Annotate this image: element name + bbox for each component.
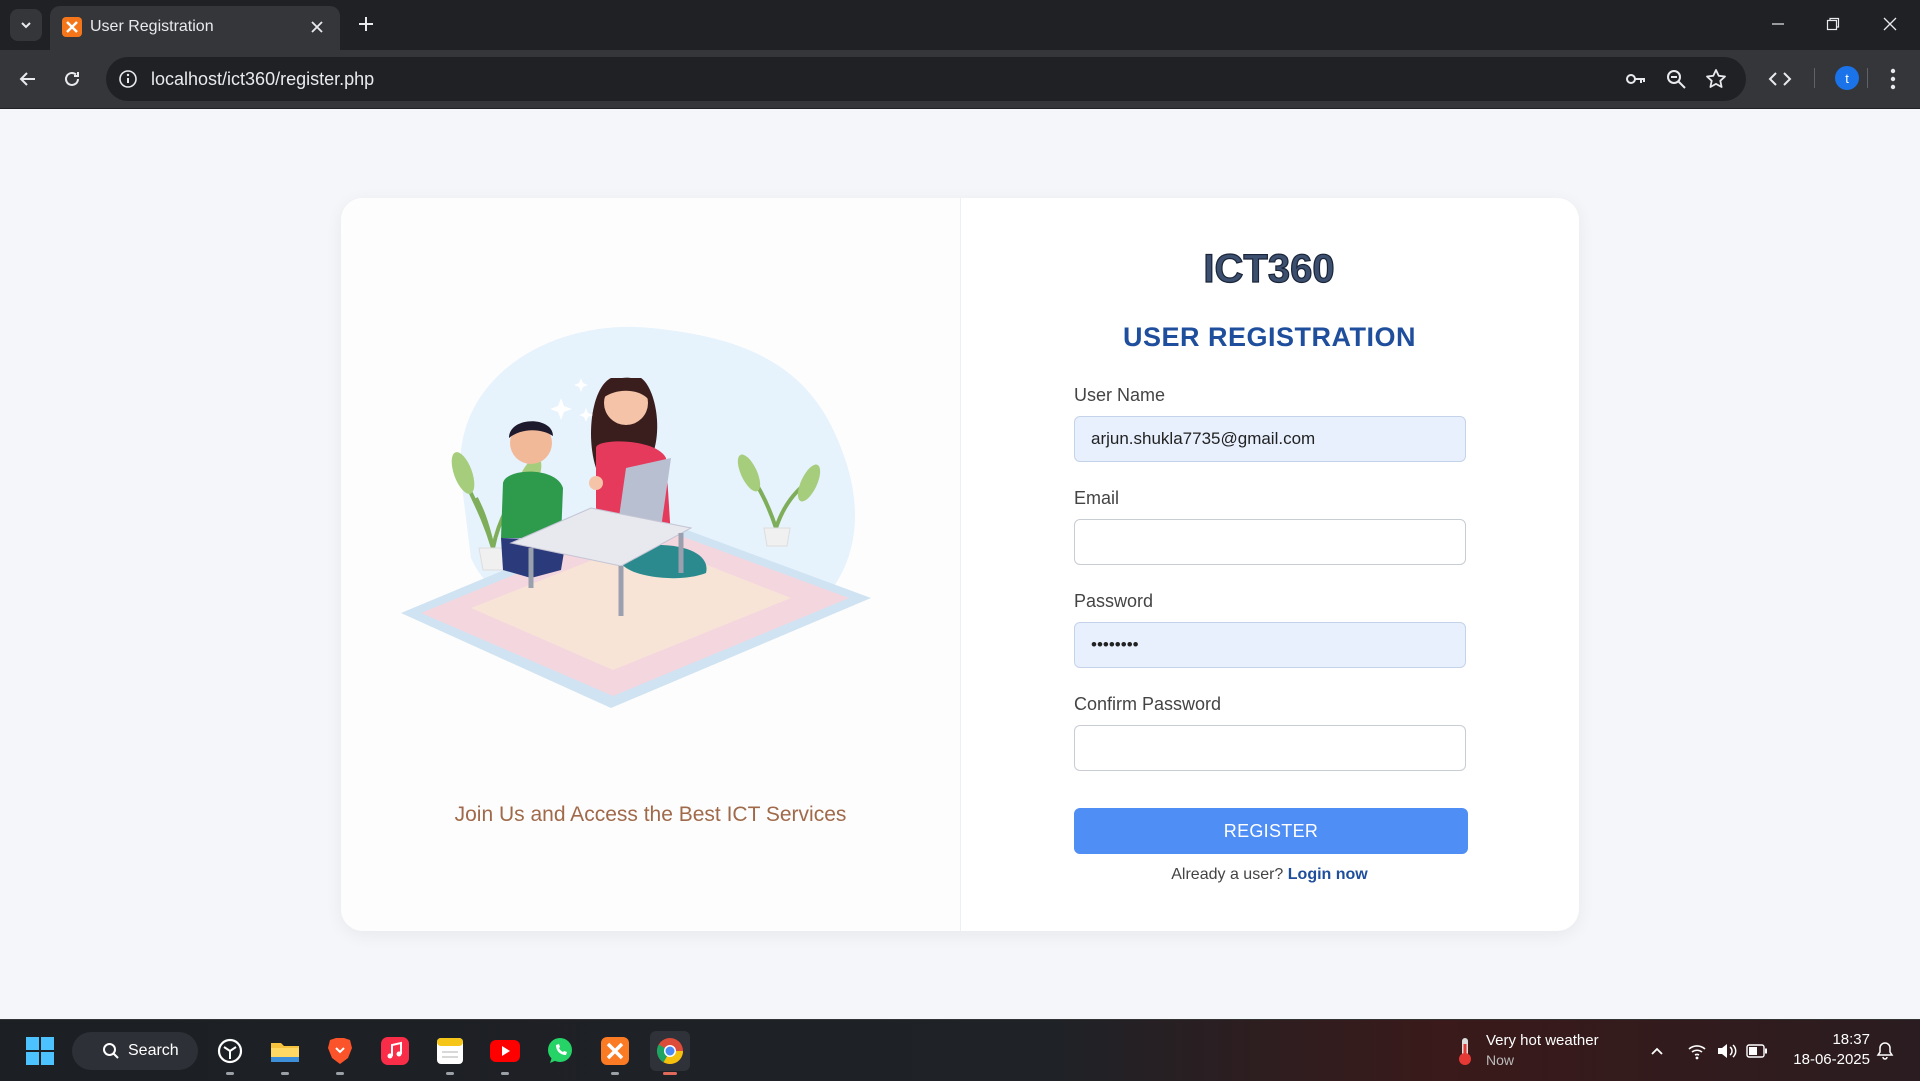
- search-icon: [103, 1043, 119, 1059]
- learning-illustration: [401, 326, 871, 708]
- wifi-icon[interactable]: [1686, 1040, 1708, 1062]
- weather-subtitle: Now: [1486, 1052, 1515, 1068]
- bookmark-star-icon[interactable]: [1704, 67, 1728, 91]
- tagline: Join Us and Access the Best ICT Services: [454, 803, 847, 826]
- battery-icon[interactable]: [1746, 1040, 1768, 1062]
- weather-title: Very hot weather: [1486, 1032, 1599, 1049]
- browser-tab-bar: User Registration: [0, 0, 1920, 50]
- address-bar[interactable]: localhost/ict360/register.php: [106, 57, 1746, 101]
- username-label: User Name: [1074, 385, 1166, 405]
- notification-bell-icon[interactable]: [1874, 1040, 1896, 1062]
- brave-icon[interactable]: [320, 1031, 360, 1075]
- new-tab-button[interactable]: [352, 10, 380, 38]
- toolbar-divider: [1867, 68, 1868, 88]
- close-window-button[interactable]: [1870, 10, 1910, 38]
- url-text[interactable]: localhost/ict360/register.php: [151, 69, 374, 90]
- clock-time: 18:37: [1832, 1031, 1870, 1048]
- username-input[interactable]: arjun.shukla7735@gmail.com: [1074, 416, 1466, 462]
- clock-date: 18-06-2025: [1793, 1051, 1870, 1068]
- ict360-logo: ICT360: [1203, 246, 1335, 290]
- password-input[interactable]: ••••••••: [1074, 622, 1466, 668]
- browser-toolbar: localhost/ict360/register.php: [0, 50, 1920, 109]
- close-icon: [1883, 17, 1897, 31]
- devtools-code-icon[interactable]: [1764, 63, 1796, 95]
- site-info-icon[interactable]: [116, 67, 140, 91]
- notes-icon[interactable]: [430, 1031, 470, 1075]
- back-button[interactable]: [12, 63, 44, 95]
- taskbar-search[interactable]: Search: [72, 1032, 198, 1070]
- page-body: Join Us and Access the Best ICT Services…: [0, 109, 1920, 1019]
- file-explorer-icon[interactable]: [265, 1031, 305, 1075]
- toolbar-divider: [1814, 68, 1815, 88]
- zoom-icon[interactable]: [1664, 67, 1688, 91]
- email-input[interactable]: [1074, 519, 1466, 565]
- start-button[interactable]: [20, 1031, 60, 1071]
- email-label: Email: [1074, 488, 1120, 508]
- chrome-icon[interactable]: [650, 1031, 690, 1075]
- restore-icon: [1826, 17, 1840, 31]
- xampp-favicon-icon: [62, 17, 82, 37]
- close-tab-icon[interactable]: [306, 16, 328, 38]
- reload-icon: [65, 71, 79, 86]
- windows-logo-icon: [26, 1037, 54, 1065]
- minimize-button[interactable]: [1758, 10, 1798, 38]
- form-pane: ICT360 USER REGISTRATION User Name arjun…: [960, 198, 1579, 931]
- profile-avatar[interactable]: t: [1835, 66, 1859, 90]
- weather-widget[interactable]: Very hot weather Now: [1448, 1030, 1618, 1070]
- chatgpt-icon[interactable]: [210, 1031, 250, 1075]
- browser-tab[interactable]: User Registration: [50, 6, 340, 50]
- login-prompt-text: Already a user?: [1171, 866, 1284, 883]
- confirm-password-label: Confirm Password: [1074, 694, 1222, 714]
- register-button[interactable]: REGISTER: [1074, 808, 1468, 854]
- svg-text:ICT360: ICT360: [1203, 247, 1334, 290]
- confirm-password-input[interactable]: [1074, 725, 1466, 771]
- music-icon[interactable]: [375, 1031, 415, 1071]
- whatsapp-icon[interactable]: [540, 1031, 580, 1071]
- illustration-pane: Join Us and Access the Best ICT Services: [341, 198, 961, 931]
- xampp-icon[interactable]: [595, 1031, 635, 1075]
- login-now-link[interactable]: Login now: [1288, 866, 1368, 883]
- reload-button[interactable]: [56, 63, 88, 95]
- system-clock[interactable]: 18:37 18-06-2025: [1780, 1030, 1870, 1070]
- password-key-icon[interactable]: [1624, 67, 1648, 91]
- search-label: Search: [128, 1042, 179, 1059]
- chevron-down-icon: [21, 22, 31, 29]
- registration-card: Join Us and Access the Best ICT Services…: [341, 198, 1579, 931]
- password-label: Password: [1074, 591, 1154, 611]
- restore-button[interactable]: [1813, 10, 1853, 38]
- minimize-icon: [1772, 23, 1784, 25]
- tab-title: User Registration: [90, 18, 214, 35]
- windows-taskbar: Search Very hot weather Now 18:37 18-06-…: [0, 1019, 1920, 1081]
- menu-kebab-icon[interactable]: [1877, 63, 1909, 95]
- arrow-left-icon: [19, 72, 35, 86]
- login-prompt-line: Already a user? Login now: [960, 866, 1579, 884]
- youtube-icon[interactable]: [485, 1031, 525, 1075]
- form-title: USER REGISTRATION: [1122, 322, 1416, 352]
- thermometer-icon: [1459, 1038, 1471, 1065]
- chevron-up-icon[interactable]: [1646, 1040, 1668, 1062]
- volume-icon[interactable]: [1716, 1040, 1738, 1062]
- tab-search-button[interactable]: [10, 9, 42, 41]
- plus-icon: [359, 17, 373, 31]
